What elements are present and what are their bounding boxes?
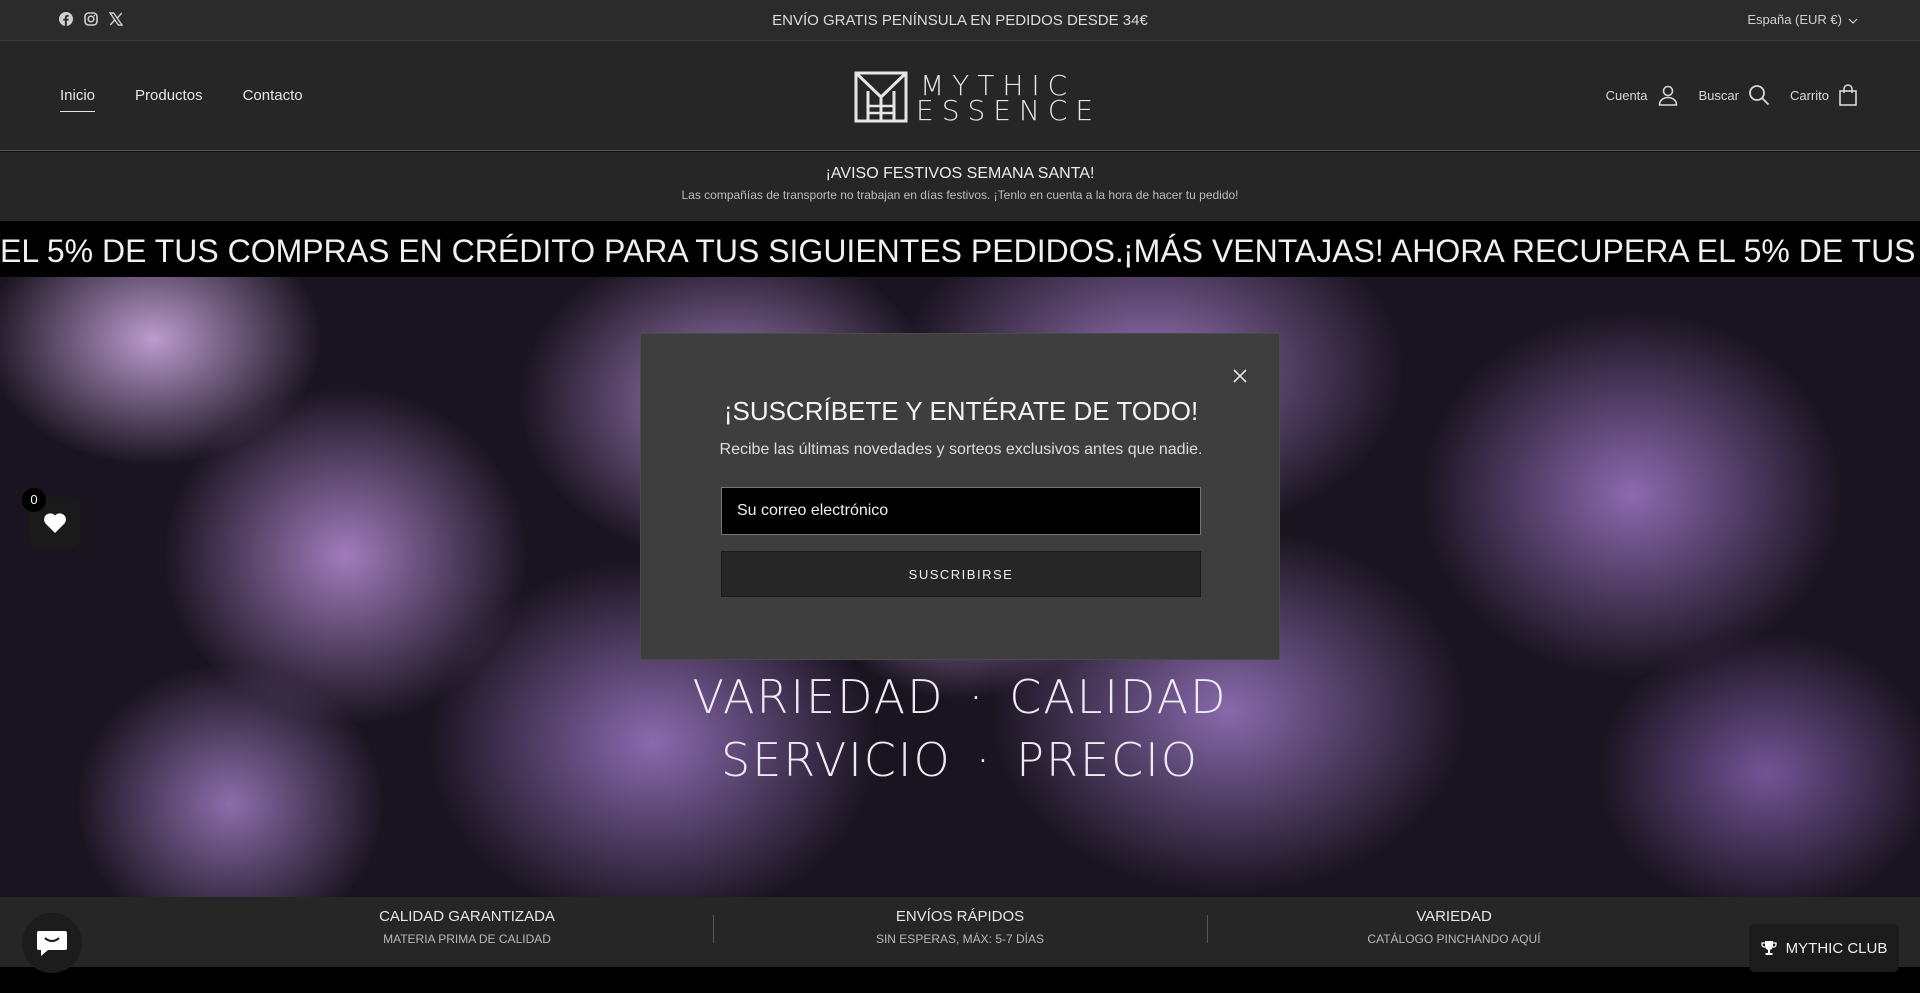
chevron-down-icon xyxy=(1848,12,1858,27)
feature-subtitle: SIN ESPERAS, MÁX: 5-7 DÍAS xyxy=(875,932,1045,946)
feature-subtitle: MATERIA PRIMA DE CALIDAD xyxy=(383,932,551,946)
holiday-notice: ¡AVISO FESTIVOS SEMANA SANTA! Las compañ… xyxy=(0,152,1920,221)
heart-icon xyxy=(44,513,66,533)
hero-tagline-line-2: SERVICIO · PRECIO xyxy=(0,733,1920,787)
feature-item-catalog-link[interactable]: VARIEDAD CATÁLOGO PINCHANDO AQUÍ xyxy=(1207,908,1701,946)
wishlist-button[interactable]: 0 xyxy=(22,488,80,548)
search-link[interactable]: Buscar xyxy=(1699,84,1770,106)
trophy-icon xyxy=(1761,941,1777,955)
marquee-text: ¡MÁS VENTAJAS! AHORA RECUPERA EL 5% DE T… xyxy=(1123,233,1920,269)
chat-button[interactable] xyxy=(22,913,82,973)
promo-marquee: EL 5% DE TUS COMPRAS EN CRÉDITO PARA TUS… xyxy=(0,221,1920,277)
notice-title: ¡AVISO FESTIVOS SEMANA SANTA! xyxy=(825,165,1095,182)
page-footer-edge xyxy=(0,967,1920,993)
feature-title: VARIEDAD xyxy=(1416,908,1492,925)
feature-title: ENVÍOS RÁPIDOS xyxy=(895,908,1025,925)
search-label: Buscar xyxy=(1698,87,1739,103)
email-field[interactable] xyxy=(721,487,1201,535)
newsletter-modal: ¡SUSCRÍBETE Y ENTÉRATE DE TODO! Recibe l… xyxy=(640,333,1280,660)
search-icon xyxy=(1749,85,1770,106)
locale-selector[interactable]: España (EUR €) xyxy=(1747,12,1858,27)
feature-title: CALIDAD GARANTIZADA xyxy=(379,908,555,925)
feature-item: ENVÍOS RÁPIDOS SIN ESPERAS, MÁX: 5-7 DÍA… xyxy=(713,908,1207,946)
header-actions: Cuenta Buscar Carrito xyxy=(1606,84,1858,106)
feature-item: CALIDAD GARANTIZADA MATERIA PRIMA DE CAL… xyxy=(220,908,714,946)
mythic-club-button[interactable]: MYTHIC CLUB xyxy=(1749,924,1899,972)
logo-mark-icon xyxy=(854,71,908,123)
features-strip: CALIDAD GARANTIZADA MATERIA PRIMA DE CAL… xyxy=(0,897,1920,967)
site-logo[interactable]: MYTHIC ESSENCE xyxy=(854,71,1093,125)
bag-icon xyxy=(1839,84,1857,106)
hero-word: SERVICIO xyxy=(721,733,952,787)
chat-icon xyxy=(37,931,67,956)
modal-title: ¡SUSCRÍBETE Y ENTÉRATE DE TODO! xyxy=(723,396,1199,426)
hero-tagline-line-1: VARIEDAD · CALIDAD xyxy=(0,670,1920,724)
site-header: Inicio Productos Contacto MYTHIC ESSENCE… xyxy=(0,41,1920,151)
modal-subtitle: Recibe las últimas novedades y sorteos e… xyxy=(719,441,1203,458)
wishlist-count-badge: 0 xyxy=(22,488,46,512)
nav-item-productos[interactable]: Productos xyxy=(135,87,203,112)
hero-separator: · xyxy=(975,733,993,787)
hero-separator: · xyxy=(968,670,986,724)
close-icon[interactable] xyxy=(1230,366,1250,386)
club-label: MYTHIC CLUB xyxy=(1785,939,1888,957)
announcement-text: ENVÍO GRATIS PENÍNSULA EN PEDIDOS DESDE … xyxy=(772,12,1148,29)
cart-link[interactable]: Carrito xyxy=(1790,84,1858,106)
marquee-text: EL 5% DE TUS COMPRAS EN CRÉDITO PARA TUS… xyxy=(0,233,1124,269)
nav-item-contacto[interactable]: Contacto xyxy=(243,87,303,112)
subscribe-button[interactable]: SUSCRIBIRSE xyxy=(721,551,1201,597)
announcement-bar: ENVÍO GRATIS PENÍNSULA EN PEDIDOS DESDE … xyxy=(0,0,1920,41)
logo-word-2: ESSENCE xyxy=(916,94,1102,127)
account-label: Cuenta xyxy=(1605,87,1648,103)
nav-item-inicio[interactable]: Inicio xyxy=(60,87,96,112)
main-nav: Inicio Productos Contacto xyxy=(60,87,303,112)
hero-word: CALIDAD xyxy=(1009,670,1228,724)
user-icon xyxy=(1658,85,1677,106)
notice-text: Las compañías de transporte no trabajan … xyxy=(681,188,1239,202)
account-link[interactable]: Cuenta xyxy=(1606,84,1679,106)
hero-word: PRECIO xyxy=(1016,733,1199,787)
feature-subtitle: CATÁLOGO PINCHANDO AQUÍ xyxy=(1367,932,1541,946)
locale-label: España (EUR €) xyxy=(1747,12,1842,27)
hero-word: VARIEDAD xyxy=(692,670,945,724)
cart-label: Carrito xyxy=(1789,87,1829,103)
